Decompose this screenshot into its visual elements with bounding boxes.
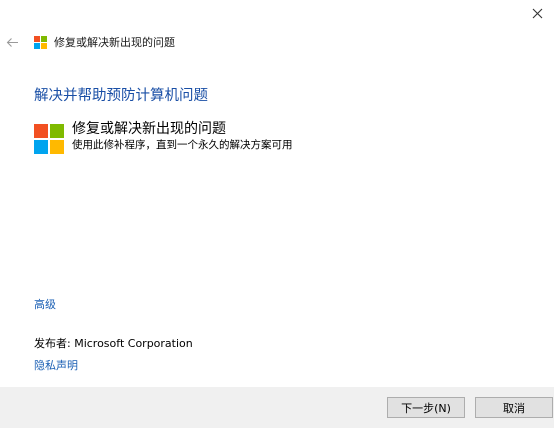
privacy-statement-link[interactable]: 隐私声明 bbox=[34, 357, 78, 373]
window-title: 修复或解决新出现的问题 bbox=[54, 36, 175, 49]
window-title-bar: 修复或解决新出现的问题 bbox=[34, 34, 175, 50]
cancel-button[interactable]: 取消 bbox=[475, 397, 553, 418]
close-button[interactable] bbox=[524, 2, 550, 24]
windows-logo-icon bbox=[34, 124, 64, 154]
back-arrow-icon bbox=[6, 37, 18, 47]
back-button[interactable] bbox=[3, 33, 21, 51]
fix-problem-option[interactable]: 修复或解决新出现的问题 使用此修补程序，直到一个永久的解决方案可用 bbox=[34, 120, 293, 154]
close-icon bbox=[532, 8, 542, 18]
page-heading: 解决并帮助预防计算机问题 bbox=[34, 88, 208, 104]
footer-bar: 下一步(N) 取消 bbox=[0, 387, 554, 428]
option-title: 修复或解决新出现的问题 bbox=[72, 121, 226, 137]
publisher-text: 发布者: Microsoft Corporation bbox=[34, 337, 193, 350]
next-button[interactable]: 下一步(N) bbox=[387, 397, 465, 418]
option-description: 使用此修补程序，直到一个永久的解决方案可用 bbox=[72, 139, 293, 151]
advanced-link[interactable]: 高级 bbox=[34, 296, 56, 312]
windows-logo-icon bbox=[34, 35, 47, 49]
